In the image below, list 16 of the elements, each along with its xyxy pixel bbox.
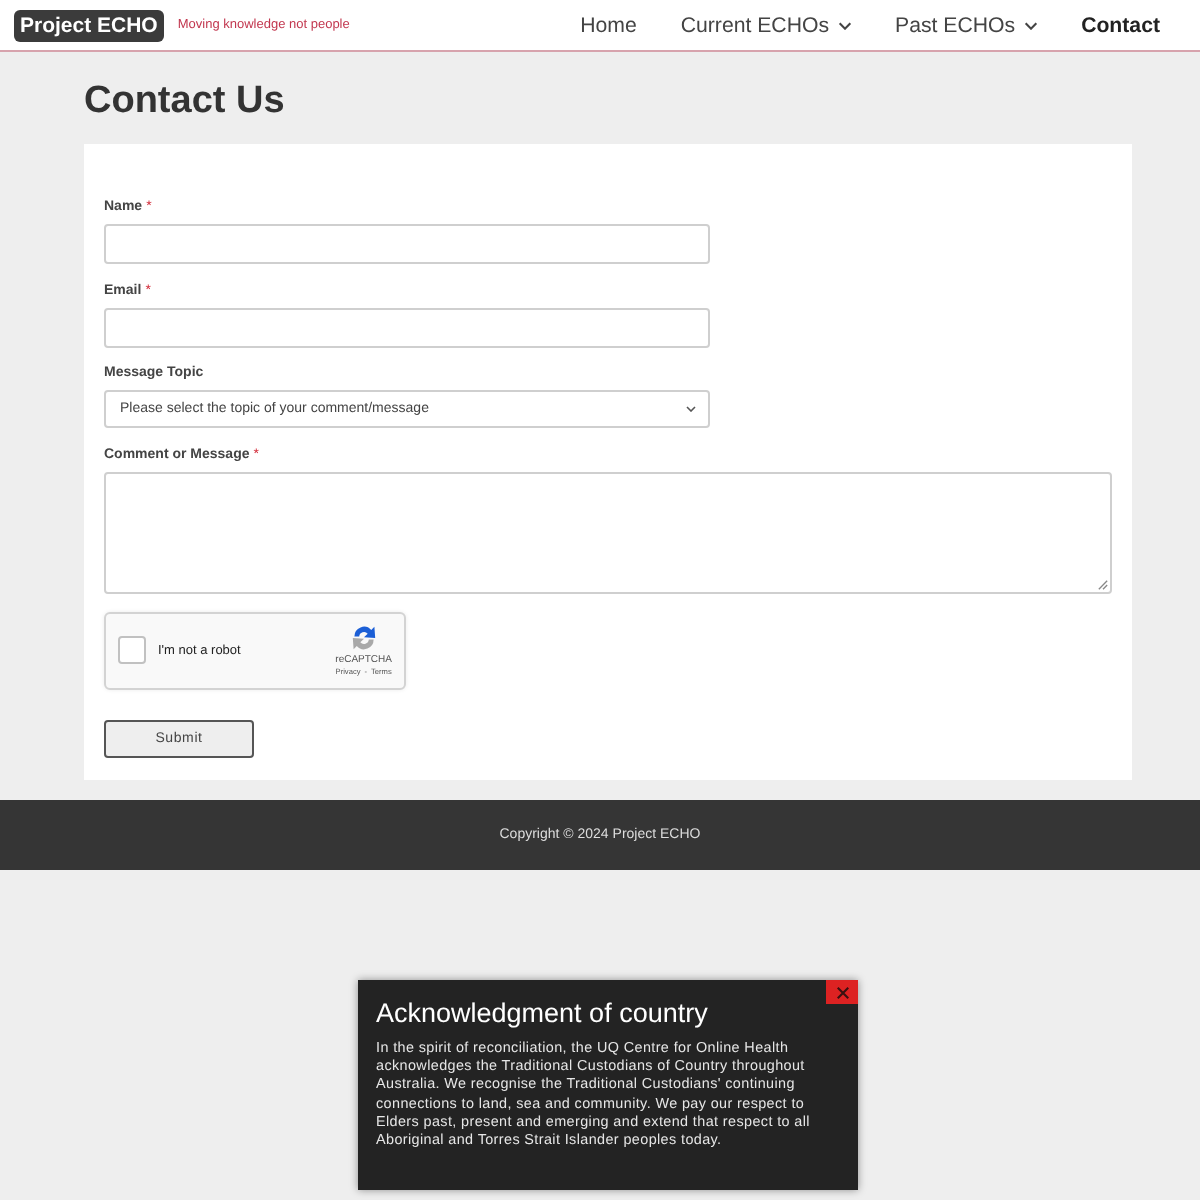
page-title: Contact Us	[84, 78, 287, 126]
site-logo[interactable]: Project ECHO	[14, 9, 164, 41]
close-button[interactable]	[826, 980, 858, 1004]
input-field[interactable]	[104, 224, 710, 264]
popup-title: Acknowledgment of country	[376, 996, 710, 1030]
resize-grip-icon	[1098, 579, 1108, 589]
chevron-down-icon	[686, 406, 696, 412]
input-field[interactable]	[104, 307, 710, 347]
nav-link[interactable]: Current ECHOs	[680, 13, 852, 37]
nav-link[interactable]: Home	[580, 13, 637, 37]
captcha-checkbox[interactable]	[118, 636, 146, 664]
nav-link[interactable]: Contact	[1081, 13, 1160, 37]
refresh-arrows-icon	[347, 622, 380, 654]
close-icon	[835, 985, 849, 999]
message-field[interactable]	[104, 471, 1112, 593]
nav-link[interactable]: Past ECHOs	[895, 13, 1038, 37]
